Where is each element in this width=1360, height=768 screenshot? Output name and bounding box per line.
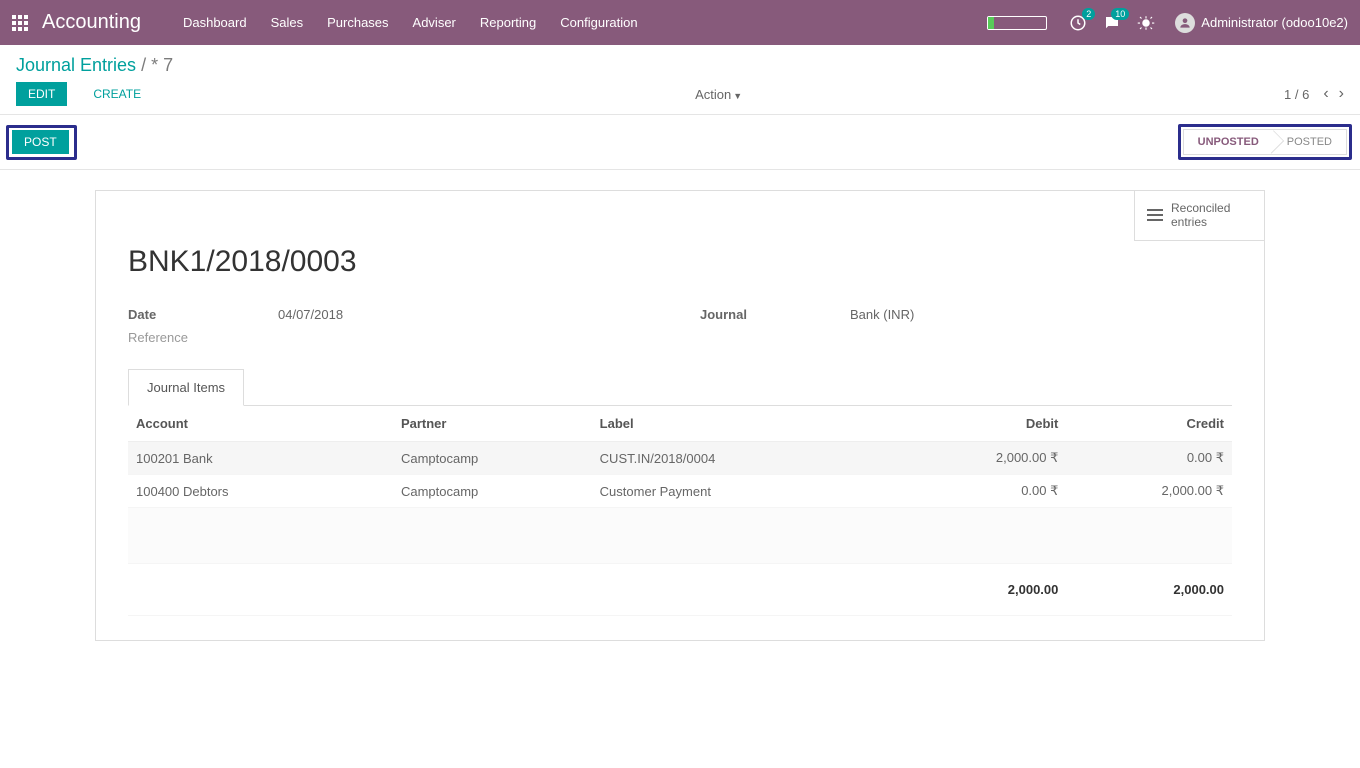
pager-next-icon[interactable]: › — [1339, 85, 1344, 103]
pager-text: 1 / 6 — [1284, 87, 1309, 102]
brand-title: Accounting — [42, 11, 141, 34]
total-credit: 2,000.00 — [1066, 564, 1232, 616]
post-highlight-box: Post — [6, 125, 77, 160]
breadcrumb-current: * 7 — [151, 55, 173, 75]
cell-account: 100400 Debtors — [128, 475, 393, 508]
control-panel: Journal Entries / * 7 Edit Create Action… — [0, 45, 1360, 115]
table-row[interactable]: 100201 Bank Camptocamp CUST.IN/2018/0004… — [128, 442, 1232, 475]
nav-dashboard[interactable]: Dashboard — [171, 15, 259, 30]
action-dropdown[interactable]: Action▼ — [695, 87, 742, 102]
nav-sales[interactable]: Sales — [259, 15, 316, 30]
cell-label: CUST.IN/2018/0004 — [592, 442, 901, 475]
reference-label: Reference — [128, 330, 278, 345]
edit-button[interactable]: Edit — [16, 82, 67, 106]
totals-row: 2,000.00 2,000.00 — [128, 564, 1232, 616]
bug-icon[interactable] — [1137, 14, 1155, 32]
clock-icon[interactable]: 2 — [1069, 14, 1087, 32]
tabs: Journal Items — [128, 369, 1232, 406]
journal-items-table: Account Partner Label Debit Credit 10020… — [128, 406, 1232, 616]
journal-value: Bank (INR) — [850, 307, 1232, 322]
create-button[interactable]: Create — [81, 82, 153, 106]
form-sheet: Reconciled entries BNK1/2018/0003 Date 0… — [95, 190, 1265, 641]
nav-configuration[interactable]: Configuration — [548, 15, 649, 30]
apps-icon[interactable] — [12, 15, 28, 31]
status-bar: Post Unposted Posted — [0, 115, 1360, 170]
caret-down-icon: ▼ — [733, 91, 742, 101]
record-title: BNK1/2018/0003 — [128, 245, 1232, 279]
pager-prev-icon[interactable]: ‹ — [1323, 85, 1328, 103]
journal-label: Journal — [700, 307, 850, 322]
clock-badge: 2 — [1082, 8, 1095, 20]
cell-debit: 0.00 ₹ — [901, 475, 1067, 508]
nav-adviser[interactable]: Adviser — [401, 15, 468, 30]
top-navbar: Accounting Dashboard Sales Purchases Adv… — [0, 0, 1360, 45]
nav-links: Dashboard Sales Purchases Adviser Report… — [171, 15, 650, 30]
tab-journal-items[interactable]: Journal Items — [128, 369, 244, 406]
breadcrumb: Journal Entries / * 7 — [16, 55, 1344, 76]
status-unposted[interactable]: Unposted — [1184, 130, 1273, 154]
status-highlight-box: Unposted Posted — [1178, 124, 1352, 160]
user-menu[interactable]: Administrator (odoo10e2) — [1175, 13, 1348, 33]
cell-label: Customer Payment — [592, 475, 901, 508]
table-row[interactable]: 100400 Debtors Camptocamp Customer Payme… — [128, 475, 1232, 508]
cell-account: 100201 Bank — [128, 442, 393, 475]
date-label: Date — [128, 307, 278, 322]
nav-reporting[interactable]: Reporting — [468, 15, 548, 30]
breadcrumb-sep: / — [141, 55, 151, 75]
reconciled-entries-button[interactable]: Reconciled entries — [1134, 191, 1264, 241]
progress-indicator[interactable] — [987, 16, 1047, 30]
user-name: Administrator (odoo10e2) — [1201, 15, 1348, 30]
col-partner[interactable]: Partner — [393, 406, 592, 442]
form-container: Reconciled entries BNK1/2018/0003 Date 0… — [0, 170, 1360, 671]
cell-debit: 2,000.00 ₹ — [901, 442, 1067, 475]
cell-partner: Camptocamp — [393, 442, 592, 475]
avatar-icon — [1175, 13, 1195, 33]
cell-credit: 0.00 ₹ — [1066, 442, 1232, 475]
post-button[interactable]: Post — [12, 130, 69, 154]
reconciled-entries-label: Reconciled entries — [1171, 201, 1252, 230]
date-value: 04/07/2018 — [278, 307, 660, 322]
total-debit: 2,000.00 — [901, 564, 1067, 616]
chat-badge: 10 — [1111, 8, 1129, 20]
action-label: Action — [695, 87, 731, 102]
col-debit[interactable]: Debit — [901, 406, 1067, 442]
col-label[interactable]: Label — [592, 406, 901, 442]
col-account[interactable]: Account — [128, 406, 393, 442]
list-icon — [1147, 209, 1163, 221]
status-posted[interactable]: Posted — [1273, 130, 1346, 154]
cell-partner: Camptocamp — [393, 475, 592, 508]
table-spacer — [128, 508, 1232, 564]
status-steps: Unposted Posted — [1183, 129, 1347, 155]
chat-icon[interactable]: 10 — [1103, 14, 1121, 32]
breadcrumb-root[interactable]: Journal Entries — [16, 55, 136, 75]
nav-purchases[interactable]: Purchases — [315, 15, 400, 30]
col-credit[interactable]: Credit — [1066, 406, 1232, 442]
cell-credit: 2,000.00 ₹ — [1066, 475, 1232, 508]
